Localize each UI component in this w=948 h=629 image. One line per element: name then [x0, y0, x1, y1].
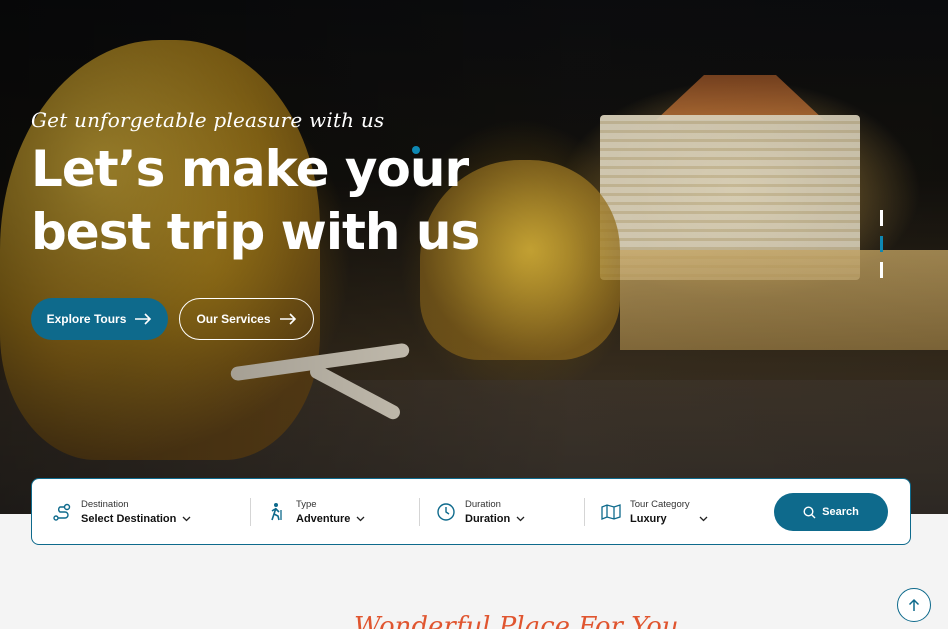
route-icon	[53, 503, 71, 521]
slider-dot-2[interactable]	[880, 236, 883, 252]
headline-line-2: best trip with us	[31, 203, 480, 261]
hiker-icon	[271, 502, 282, 520]
type-label: Type	[296, 498, 317, 510]
explore-tours-button[interactable]: Explore Tours	[31, 298, 168, 340]
chevron-down-icon	[516, 516, 525, 521]
chevron-down-icon	[356, 516, 365, 521]
duration-label: Duration	[465, 498, 501, 510]
tour-category-label: Tour Category	[630, 498, 690, 510]
arrow-right-icon	[279, 313, 296, 325]
hero-tagline: Get unforgetable pleasure with us	[31, 108, 385, 132]
hero-headline: Let’s make your best trip with us	[31, 138, 480, 264]
clock-icon	[437, 502, 455, 521]
chevron-down-icon	[182, 516, 191, 521]
hero-content: Get unforgetable pleasure with us Let’s …	[31, 108, 480, 264]
slider-dot-3[interactable]	[880, 262, 883, 278]
tour-search-panel: Destination Select Destination Type Adve…	[31, 478, 911, 545]
duration-field[interactable]: Duration Duration	[420, 479, 584, 544]
tour-category-value: Luxury	[630, 512, 667, 525]
accent-dot	[412, 146, 420, 154]
our-services-label: Our Services	[196, 312, 271, 326]
arrow-up-icon	[908, 598, 920, 611]
slider-dot-1[interactable]	[880, 210, 883, 226]
chevron-down-icon	[699, 516, 708, 521]
section-script-title: Wonderful Place For You	[354, 612, 679, 629]
destination-label: Destination	[81, 498, 129, 510]
hero-buttons: Explore Tours Our Services	[31, 298, 314, 340]
tour-category-field[interactable]: Tour Category Luxury	[585, 479, 760, 544]
slider-nav	[880, 210, 884, 288]
type-value: Adventure	[296, 512, 351, 525]
our-services-button[interactable]: Our Services	[179, 298, 314, 340]
scroll-to-top-button[interactable]	[897, 588, 931, 622]
search-button-label: Search	[822, 506, 859, 518]
explore-tours-label: Explore Tours	[46, 312, 127, 326]
destination-value: Select Destination	[81, 512, 177, 525]
search-icon	[803, 505, 816, 518]
type-field[interactable]: Type Adventure	[251, 479, 419, 544]
duration-value: Duration	[465, 512, 511, 525]
hero-section: Get unforgetable pleasure with us Let’s …	[0, 0, 948, 514]
destination-field[interactable]: Destination Select Destination	[52, 479, 250, 544]
search-button[interactable]: Search	[774, 493, 888, 531]
map-icon	[601, 503, 621, 520]
arrow-right-icon	[135, 313, 152, 325]
